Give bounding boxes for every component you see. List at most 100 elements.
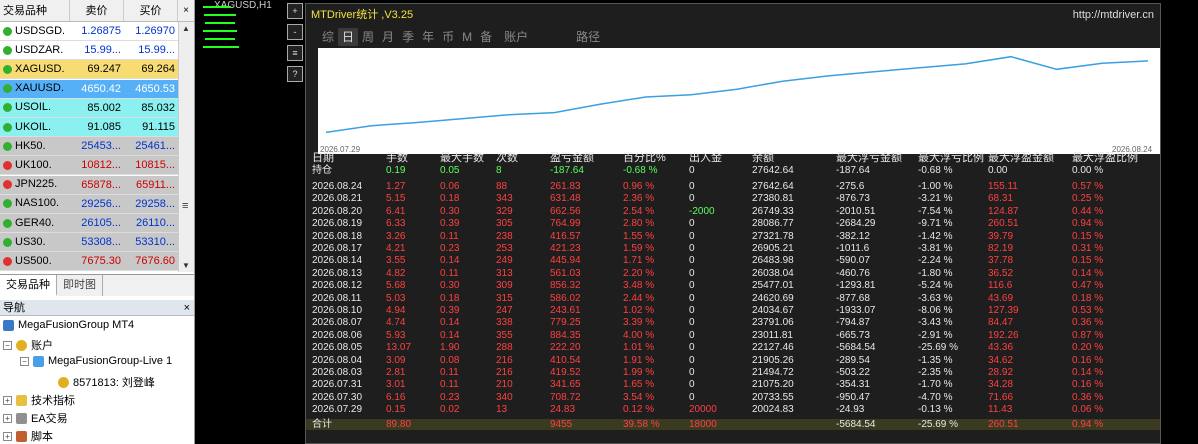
market-watch-row[interactable]: US30. 53308... 53310... bbox=[0, 233, 178, 253]
table-cell: 0.02 bbox=[440, 404, 460, 416]
table-cell: 2026.07.31 bbox=[312, 379, 363, 391]
table-cell: 253 bbox=[496, 243, 513, 254]
table-cell: -5684.54 bbox=[836, 342, 876, 354]
market-watch-row[interactable]: XAGUSD. 69.247 69.264 bbox=[0, 60, 178, 80]
nav-item-experts[interactable]: + EA交易 bbox=[3, 410, 68, 426]
table-cell: 最大手数 bbox=[440, 152, 484, 164]
table-cell: 0.36 % bbox=[1072, 391, 1104, 403]
market-watch-row[interactable]: NAS100. 29256... 29258... bbox=[0, 194, 178, 214]
panel-tab[interactable]: 备 bbox=[476, 28, 496, 46]
market-watch-row[interactable]: US500. 7675.30 7676.60 bbox=[0, 252, 178, 272]
table-cell: 2026.08.12 bbox=[312, 280, 363, 292]
symbol-cell: USOIL. bbox=[0, 99, 70, 117]
table-cell: 2026.08.14 bbox=[312, 255, 363, 267]
expand-icon[interactable]: + bbox=[3, 413, 12, 423]
table-cell: 2026.08.03 bbox=[312, 367, 363, 378]
table-cell: -3.63 % bbox=[918, 292, 953, 304]
table-cell: 0.00 bbox=[988, 165, 1008, 176]
table-cell: 0.18 bbox=[440, 292, 460, 304]
table-cell: 2026.07.29 bbox=[312, 404, 363, 416]
table-cell: 222.20 bbox=[550, 342, 581, 354]
nav-label: 技术指标 bbox=[31, 395, 75, 407]
header-symbol[interactable]: 交易品种 bbox=[0, 0, 70, 21]
market-watch-row[interactable]: HK50. 25453... 25461... bbox=[0, 137, 178, 157]
market-watch-panel: 交易品种 卖价 买价 × USDSGD. 1.26875 1.26970 USDZAR… bbox=[0, 0, 195, 300]
tab-tick-chart[interactable]: 即时图 bbox=[57, 275, 103, 296]
table-cell: 856.32 bbox=[550, 280, 581, 292]
market-watch-row[interactable]: JPN225. 65878... 65911... bbox=[0, 175, 178, 195]
collapse-icon[interactable]: − bbox=[3, 340, 12, 350]
expand-icon[interactable]: + bbox=[3, 431, 12, 441]
nav-item-server[interactable]: − MegaFusionGroup-Live 1 bbox=[20, 355, 172, 367]
symbol-cell: US500. bbox=[0, 252, 70, 270]
panel-tab[interactable]: 季 bbox=[398, 28, 418, 46]
table-cell: 39.79 bbox=[988, 230, 1014, 242]
table-cell: 261.83 bbox=[550, 181, 581, 192]
tab-symbols[interactable]: 交易品种 bbox=[0, 275, 57, 296]
panel-tab[interactable]: 月 bbox=[378, 28, 398, 46]
panel-tab[interactable]: 路径 bbox=[572, 28, 604, 46]
nav-item-account[interactable]: 8571813: 刘登峰 bbox=[58, 374, 155, 390]
expand-icon[interactable]: + bbox=[3, 395, 12, 405]
table-cell: -5684.54 bbox=[836, 418, 876, 430]
market-watch-row[interactable]: USDZAR. 15.99... 15.99... bbox=[0, 41, 178, 61]
ask-cell: 26110... bbox=[136, 217, 175, 229]
collapse-icon[interactable]: − bbox=[20, 356, 29, 366]
table-cell: -9.71 % bbox=[918, 218, 953, 230]
table-cell: -3.43 % bbox=[918, 317, 953, 329]
symbol-status-icon bbox=[3, 103, 12, 113]
scroll-up-icon[interactable]: ▲ bbox=[182, 24, 190, 33]
close-icon[interactable]: × bbox=[184, 300, 190, 316]
panel-tab[interactable]: 年 bbox=[418, 28, 438, 46]
nav-item-terminal[interactable]: MegaFusionGroup MT4 bbox=[3, 319, 134, 331]
close-icon[interactable]: × bbox=[178, 0, 194, 21]
table-cell: 13.07 bbox=[386, 342, 412, 354]
market-watch-row[interactable]: UKOIL. 91.085 91.115 bbox=[0, 118, 178, 137]
nav-item-indicators[interactable]: + 技术指标 bbox=[3, 392, 75, 408]
table-row: 2026.08.13 4.82 0.11 313 561.03 2.20 % 0 26038.… bbox=[306, 268, 1160, 279]
terminal-icon bbox=[3, 319, 14, 331]
help-button[interactable]: ? bbox=[287, 66, 303, 82]
table-cell: 0.57 % bbox=[1072, 181, 1104, 192]
hold-row: 持仓 0.19 0.05 8 -187.64 -0.68 % 0 27642.64 -187.6… bbox=[306, 165, 1160, 176]
table-row: 2026.07.30 6.16 0.23 340 708.72 3.54 % 0 20733.… bbox=[306, 392, 1160, 403]
zoom-out-button[interactable]: - bbox=[287, 24, 303, 40]
market-watch-row[interactable]: UK100. 10812... 10815... bbox=[0, 156, 178, 176]
panel-tab[interactable]: 账户 bbox=[500, 28, 532, 46]
market-watch-row[interactable]: USOIL. 85.002 85.032 bbox=[0, 98, 178, 118]
table-cell: 243.61 bbox=[550, 305, 581, 316]
nav-item-accounts[interactable]: − 账户 bbox=[3, 337, 53, 353]
table-cell: 1.27 bbox=[386, 181, 406, 192]
scroll-down-icon[interactable]: ▼ bbox=[182, 261, 190, 270]
market-watch-row[interactable]: USDSGD. 1.26875 1.26970 bbox=[0, 22, 178, 41]
market-watch-row[interactable]: XAUUSD. 4650.42 4650.53 bbox=[0, 79, 178, 99]
scroll-grip-icon[interactable]: ≡ bbox=[182, 200, 188, 212]
symbol-cell: USDSGD. bbox=[0, 22, 70, 40]
table-cell: -382.12 bbox=[836, 230, 870, 242]
market-watch-scrollbar[interactable]: ▲ ≡ ▼ bbox=[178, 22, 194, 272]
panel-tab[interactable]: 日 bbox=[338, 28, 359, 46]
panel-tab[interactable]: 周 bbox=[358, 28, 378, 46]
bid-cell: 65878... bbox=[81, 178, 121, 191]
panel-tab[interactable]: 综 bbox=[318, 28, 338, 46]
market-watch-row[interactable]: GER40. 26105... 26110... bbox=[0, 214, 178, 233]
panel-tabs: 综日周月季年币 M 备账户 路径 bbox=[318, 28, 604, 46]
ask-cell: 65911... bbox=[136, 178, 175, 191]
table-cell: 27642.64 bbox=[752, 165, 794, 176]
header-bid[interactable]: 卖价 bbox=[70, 0, 124, 21]
panel-tab[interactable]: M bbox=[458, 28, 476, 46]
list-button[interactable]: ≡ bbox=[287, 45, 303, 61]
table-cell: 586.02 bbox=[550, 292, 581, 304]
table-cell: -665.73 bbox=[836, 329, 870, 341]
zoom-in-button[interactable]: + bbox=[287, 3, 303, 19]
price-mark bbox=[203, 46, 239, 48]
panel-url-link[interactable]: http://mtdriver.cn bbox=[1073, 4, 1154, 26]
table-cell: 0 bbox=[689, 255, 695, 267]
table-cell: 341.65 bbox=[550, 379, 581, 391]
panel-tab[interactable]: 币 bbox=[438, 28, 458, 46]
table-cell: 5.68 bbox=[386, 280, 406, 292]
symbol-status-icon bbox=[3, 237, 12, 247]
nav-item-scripts[interactable]: + 脚本 bbox=[3, 428, 53, 444]
table-cell: 0.53 % bbox=[1072, 305, 1104, 316]
header-ask[interactable]: 买价 bbox=[124, 0, 178, 21]
